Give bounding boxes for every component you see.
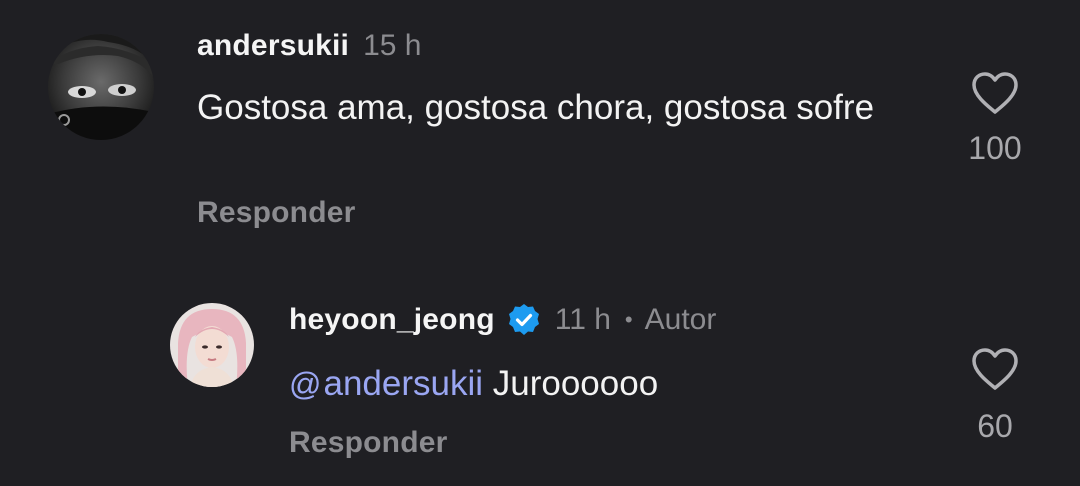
reply-button[interactable]: Responder — [289, 426, 448, 460]
comment-item: andersukii 15 h Gostosa ama, gostosa cho… — [0, 0, 1080, 260]
comments-thread: andersukii 15 h Gostosa ama, gostosa cho… — [0, 0, 1080, 486]
like-button[interactable]: 100 — [950, 70, 1040, 167]
comment-text: Gostosa ama, gostosa chora, gostosa sofr… — [197, 88, 875, 127]
username[interactable]: heyoon_jeong — [289, 303, 495, 337]
like-count: 100 — [968, 130, 1022, 166]
comment-text-rest: Juroooooo — [483, 364, 659, 403]
avatar[interactable] — [48, 34, 154, 140]
reply-button[interactable]: Responder — [197, 196, 356, 230]
timestamp: 11 h — [554, 303, 611, 336]
verified-badge-icon — [508, 304, 539, 335]
timestamp: 15 h — [363, 29, 422, 62]
mention-link[interactable]: andersukii — [323, 364, 483, 403]
threads-at-icon: @ — [289, 366, 322, 402]
heart-icon[interactable] — [970, 346, 1020, 392]
username[interactable]: andersukii — [197, 29, 349, 63]
author-badge: Autor — [644, 303, 717, 336]
comment-text: @andersukii Juroooooo — [289, 360, 909, 408]
like-count: 60 — [977, 408, 1013, 444]
comment-header: heyoon_jeong 11 h • Autor — [289, 300, 716, 340]
like-button[interactable]: 60 — [950, 346, 1040, 445]
separator-dot: • — [624, 307, 633, 332]
heart-icon[interactable] — [970, 70, 1020, 116]
avatar[interactable] — [170, 303, 254, 387]
comment-header: andersukii 15 h — [197, 26, 421, 66]
reply-comment-item: heyoon_jeong 11 h • Autor @andersukii Ju… — [0, 260, 1080, 486]
